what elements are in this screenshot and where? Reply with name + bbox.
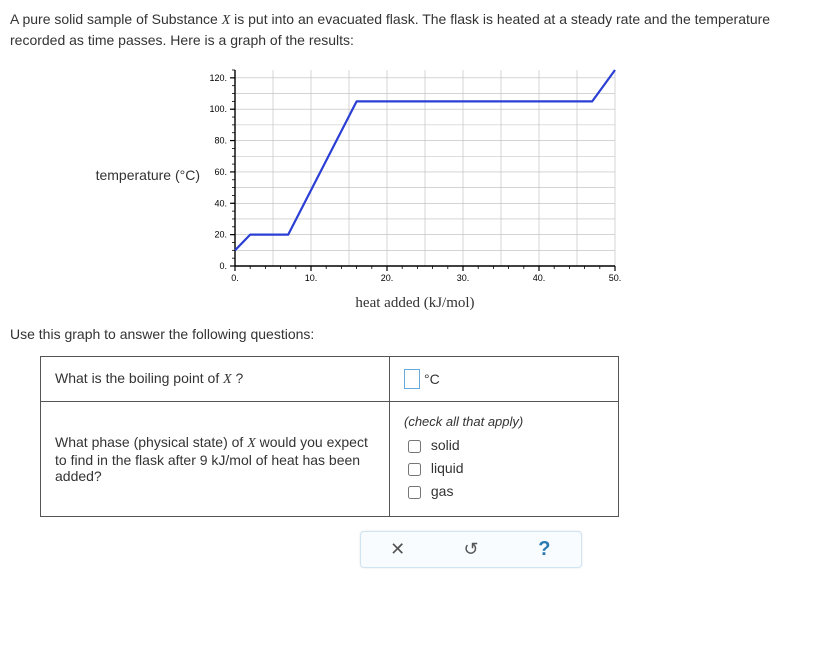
close-icon[interactable]: ✕ — [383, 539, 413, 560]
svg-text:20.: 20. — [381, 273, 394, 283]
y-axis-label: temperature (°C) — [10, 167, 205, 183]
svg-text:0.: 0. — [219, 261, 227, 271]
svg-text:60.: 60. — [214, 167, 227, 177]
q2-prompt-cell: What phase (physical state) of X would y… — [41, 402, 390, 517]
svg-text:30.: 30. — [457, 273, 470, 283]
svg-text:40.: 40. — [214, 198, 227, 208]
subprompt-text: Use this graph to answer the following q… — [10, 326, 819, 342]
q2-answer-cell: (check all that apply) solid liquid gas — [390, 402, 619, 517]
intro-variable-x: X — [222, 13, 231, 28]
chart-plot-area: 0. 10. 20. 30. 40. 50. 0. 20. 40. 60. 80. 100. 120. — [205, 60, 625, 290]
svg-text:50.: 50. — [609, 273, 622, 283]
svg-text:100.: 100. — [209, 104, 227, 114]
svg-text:0.: 0. — [231, 273, 239, 283]
phase-option-liquid[interactable]: liquid — [404, 460, 464, 476]
boiling-point-unit: °C — [424, 371, 440, 387]
svg-text:120.: 120. — [209, 73, 227, 83]
x-axis-label: heat added (kJ/mol) — [205, 295, 625, 312]
heating-curve-chart: 0. 10. 20. 30. 40. 50. 0. 20. 40. 60. 80. 100. 120. — [205, 60, 625, 290]
chart-container: temperature (°C) 0. 10. 20. 30. 40. 50. 0. 20. 4… — [10, 60, 819, 290]
q2-check-instruction: (check all that apply) — [404, 414, 604, 429]
reset-icon[interactable]: ↺ — [456, 539, 486, 560]
boiling-point-input[interactable] — [404, 369, 420, 389]
svg-text:40.: 40. — [533, 273, 546, 283]
question-table: What is the boiling point of X ? °C What… — [40, 356, 619, 517]
checkbox-solid[interactable] — [408, 440, 421, 453]
problem-intro: A pure solid sample of Substance X is pu… — [10, 10, 819, 50]
svg-text:20.: 20. — [214, 230, 227, 240]
svg-text:10.: 10. — [305, 273, 318, 283]
checkbox-gas[interactable] — [408, 486, 421, 499]
phase-option-gas[interactable]: gas — [404, 483, 453, 499]
answer-toolbar: ✕ ↺ ? — [360, 531, 582, 568]
checkbox-liquid[interactable] — [408, 463, 421, 476]
phase-option-solid[interactable]: solid — [404, 437, 460, 453]
help-icon[interactable]: ? — [529, 538, 559, 561]
q1-prompt-cell: What is the boiling point of X ? — [41, 357, 390, 402]
svg-text:80.: 80. — [214, 136, 227, 146]
q1-answer-cell: °C — [390, 357, 619, 402]
intro-text-pre: A pure solid sample of Substance — [10, 11, 222, 27]
